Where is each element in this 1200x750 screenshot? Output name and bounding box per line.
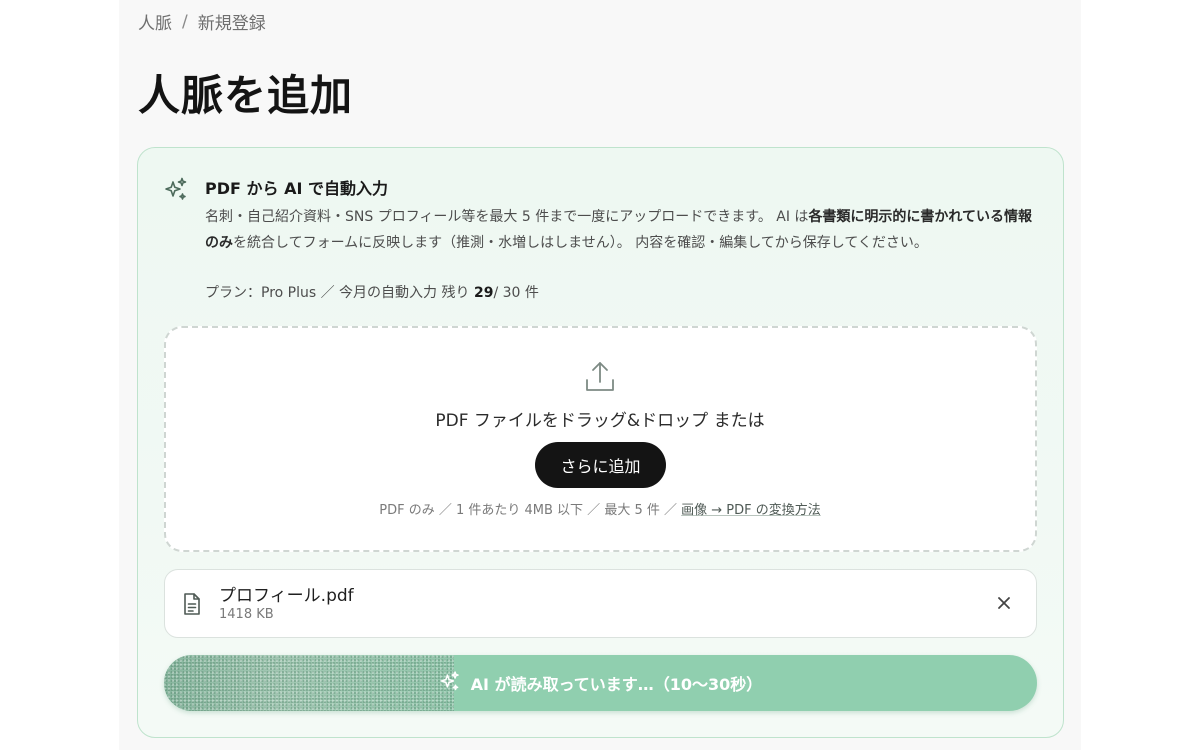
desc-part-2: を統合してフォームに反映します（推測・水増しはしません）。 内容を確認・編集して… <box>233 234 928 251</box>
submit-label: AI が読み取っています…（10〜30秒） <box>470 675 763 694</box>
sparkle-icon <box>163 176 189 202</box>
add-more-button[interactable]: さらに追加 <box>535 442 666 488</box>
file-name: プロフィール.pdf <box>219 586 354 606</box>
sparkle-icon <box>439 670 461 696</box>
ai-card-description: 名刺・自己紹介資料・SNS プロフィール等を最大 5 件まで一度にアップロードで… <box>205 205 1040 256</box>
ai-card-title: PDF から AI で自動入力 <box>205 179 388 198</box>
breadcrumb-separator: / <box>182 11 188 32</box>
plan-prefix: プラン：Pro Plus ／ 今月の自動入力 残り <box>205 285 474 301</box>
plan-suffix: / 30 件 <box>493 285 539 301</box>
close-icon[interactable] <box>993 592 1015 614</box>
desc-part-1: 名刺・自己紹介資料・SNS プロフィール等を最大 5 件まで一度にアップロードで… <box>205 209 809 225</box>
ai-reading-button[interactable]: AI が読み取っています…（10〜30秒） <box>164 655 1037 711</box>
dropzone-hint: PDF のみ ／ 1 件あたり 4MB 以下 ／ 最大 5 件 ／ 画像 → P… <box>0 499 1200 518</box>
breadcrumb: 人脈 / 新規登録 <box>138 9 266 35</box>
image-to-pdf-link[interactable]: 画像 → PDF の変換方法 <box>681 503 821 518</box>
file-size: 1418 KB <box>219 607 274 622</box>
breadcrumb-item-contacts[interactable]: 人脈 <box>138 9 172 34</box>
plan-usage: プラン：Pro Plus ／ 今月の自動入力 残り 29/ 30 件 <box>205 282 539 302</box>
breadcrumb-item-new: 新規登録 <box>197 14 266 34</box>
submit-content: AI が読み取っています…（10〜30秒） <box>164 655 1037 711</box>
dropzone-instruction: PDF ファイルをドラッグ&ドロップ または <box>435 411 765 431</box>
upload-icon <box>584 360 616 394</box>
plan-remaining: 29 <box>473 285 494 301</box>
file-text-icon <box>182 592 202 616</box>
hint-text: PDF のみ ／ 1 件あたり 4MB 以下 ／ 最大 5 件 ／ <box>379 503 682 518</box>
page-title: 人脈を追加 <box>138 71 354 120</box>
